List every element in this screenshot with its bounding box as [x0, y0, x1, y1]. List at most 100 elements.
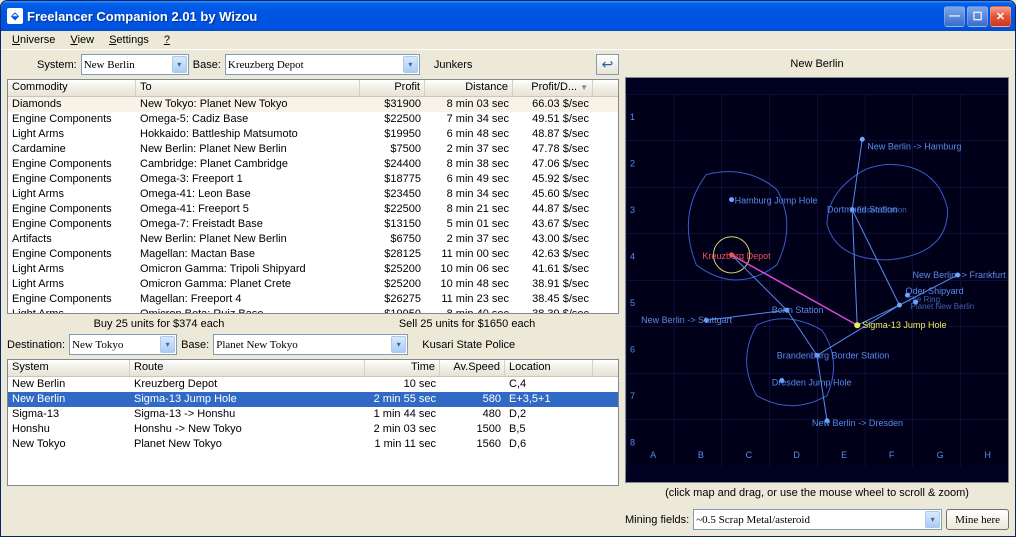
mining-label: Mining fields:: [625, 514, 689, 526]
dest-faction-label: Kusari State Police: [422, 339, 515, 351]
table-row[interactable]: Light ArmsOmicron Gamma: Tripoli Shipyar…: [8, 262, 618, 277]
svg-text:G: G: [937, 450, 944, 460]
table-row[interactable]: Light ArmsOmega-41: Leon Base$234508 min…: [8, 187, 618, 202]
svg-text:Sigma-13 Jump Hole: Sigma-13 Jump Hole: [862, 320, 946, 330]
buy-info: Buy 25 units for $374 each: [7, 318, 311, 330]
table-row[interactable]: Engine ComponentsOmega-3: Freeport 1$187…: [8, 172, 618, 187]
svg-text:New Berlin -> Dresden: New Berlin -> Dresden: [812, 418, 903, 428]
table-body[interactable]: DiamondsNew Tokyo: Planet New Tokyo$3190…: [8, 97, 618, 313]
col-system[interactable]: System: [8, 360, 130, 376]
mine-here-button[interactable]: Mine here: [946, 509, 1009, 530]
chevron-down-icon: ▾: [172, 56, 187, 73]
col-distance[interactable]: Distance: [425, 80, 513, 96]
col-commodity[interactable]: Commodity: [8, 80, 136, 96]
table-row[interactable]: ArtifactsNew Berlin: Planet New Berlin$6…: [8, 232, 618, 247]
svg-text:B: B: [698, 450, 704, 460]
svg-text:4: 4: [630, 252, 635, 262]
table-row[interactable]: Engine ComponentsMagellan: Freeport 4$26…: [8, 292, 618, 307]
svg-text:New Berlin -> Hamburg: New Berlin -> Hamburg: [867, 141, 961, 151]
table-row[interactable]: Engine ComponentsCambridge: Planet Cambr…: [8, 157, 618, 172]
svg-text:Essen Station: Essen Station: [857, 206, 907, 215]
table-row[interactable]: Engine ComponentsMagellan: Mactan Base$2…: [8, 247, 618, 262]
app-icon: ⬙: [7, 8, 23, 24]
menu-help[interactable]: ?: [157, 33, 177, 47]
svg-text:New Berlin -> Stuttgart: New Berlin -> Stuttgart: [641, 315, 733, 325]
svg-text:A: A: [650, 450, 656, 460]
col-profit[interactable]: Profit: [360, 80, 425, 96]
svg-text:D: D: [793, 450, 800, 460]
menu-settings[interactable]: Settings: [102, 33, 156, 47]
svg-text:3: 3: [630, 205, 635, 215]
svg-text:7: 7: [630, 391, 635, 401]
table-row[interactable]: CardamineNew Berlin: Planet New Berlin$7…: [8, 142, 618, 157]
back-button[interactable]: ↩: [596, 54, 619, 75]
table-row[interactable]: New TokyoPlanet New Tokyo1 min 11 sec156…: [8, 437, 618, 452]
svg-text:Hamburg Jump Hole: Hamburg Jump Hole: [735, 196, 818, 206]
svg-text:Planet New Berlin: Planet New Berlin: [910, 302, 974, 311]
svg-text:Dresden Jump Hole: Dresden Jump Hole: [772, 378, 852, 388]
col-to[interactable]: To: [136, 80, 360, 96]
menubar: Universe View Settings ?: [1, 31, 1015, 50]
maximize-button[interactable]: ☐: [967, 6, 988, 27]
table-row[interactable]: Engine ComponentsOmega-5: Cadiz Base$225…: [8, 112, 618, 127]
svg-text:1: 1: [630, 112, 635, 122]
map-title: New Berlin: [625, 54, 1009, 75]
sort-desc-icon: ▼: [580, 83, 588, 92]
titlebar[interactable]: ⬙ Freelancer Companion 2.01 by Wizou — ☐…: [1, 1, 1015, 31]
table-row[interactable]: HonshuHonshu -> New Tokyo2 min 03 sec150…: [8, 422, 618, 437]
col-profit-distance[interactable]: Profit/D...▼: [513, 80, 593, 96]
svg-text:5: 5: [630, 298, 635, 308]
table-row[interactable]: DiamondsNew Tokyo: Planet New Tokyo$3190…: [8, 97, 618, 112]
sell-info: Sell 25 units for $1650 each: [315, 318, 619, 330]
route-table: System Route Time Av.Speed Location New …: [7, 359, 619, 486]
table-header: System Route Time Av.Speed Location: [8, 360, 618, 377]
system-select[interactable]: New Berlin▾: [81, 54, 189, 75]
menu-universe[interactable]: Universe: [5, 33, 62, 47]
svg-text:Bonn Station: Bonn Station: [772, 305, 824, 315]
col-location[interactable]: Location: [505, 360, 593, 376]
destination-select[interactable]: New Tokyo▾: [69, 334, 177, 355]
destination-label: Destination:: [7, 339, 65, 351]
menu-view[interactable]: View: [63, 33, 101, 47]
table-row[interactable]: Engine ComponentsOmega-41: Freeport 5$22…: [8, 202, 618, 217]
table-row[interactable]: Sigma-13Sigma-13 -> Honshu1 min 44 sec48…: [8, 407, 618, 422]
table-row[interactable]: Light ArmsOmicron Gamma: Planet Crete$25…: [8, 277, 618, 292]
table-row[interactable]: Engine ComponentsOmega-7: Freistadt Base…: [8, 217, 618, 232]
system-map[interactable]: Hamburg Jump Hole New Berlin -> Hamburg …: [625, 77, 1009, 483]
chevron-down-icon: ▾: [391, 336, 406, 353]
table-body[interactable]: New BerlinKreuzberg Depot10 secC,4New Be…: [8, 377, 618, 485]
map-hint: (click map and drag, or use the mouse wh…: [625, 483, 1009, 505]
svg-text:Brandenburg Border Station: Brandenburg Border Station: [777, 350, 889, 360]
table-row[interactable]: Light ArmsOmicron Beta: Ruiz Base$199508…: [8, 307, 618, 313]
chevron-down-icon: ▾: [925, 511, 940, 528]
table-row[interactable]: New BerlinKreuzberg Depot10 secC,4: [8, 377, 618, 392]
svg-text:6: 6: [630, 345, 635, 355]
dest-base-label: Base:: [181, 339, 209, 351]
svg-text:E: E: [841, 450, 847, 460]
commodities-table: Commodity To Profit Distance Profit/D...…: [7, 79, 619, 314]
table-header: Commodity To Profit Distance Profit/D...…: [8, 80, 618, 97]
minimize-button[interactable]: —: [944, 6, 965, 27]
faction-label: Junkers: [434, 59, 473, 71]
chevron-down-icon: ▾: [160, 336, 175, 353]
col-time[interactable]: Time: [365, 360, 440, 376]
svg-text:F: F: [889, 450, 895, 460]
svg-text:Kreuzberg Depot: Kreuzberg Depot: [702, 251, 771, 261]
mining-select[interactable]: ~0.5 Scrap Metal/asteroid▾: [693, 509, 942, 530]
base-select[interactable]: Kreuzberg Depot▾: [225, 54, 420, 75]
table-row[interactable]: New BerlinSigma-13 Jump Hole2 min 55 sec…: [8, 392, 618, 407]
app-window: ⬙ Freelancer Companion 2.01 by Wizou — ☐…: [0, 0, 1016, 537]
dest-base-select[interactable]: Planet New Tokyo▾: [213, 334, 408, 355]
chevron-down-icon: ▾: [403, 56, 418, 73]
map-svg[interactable]: Hamburg Jump Hole New Berlin -> Hamburg …: [626, 78, 1008, 482]
system-label: System:: [7, 59, 77, 71]
svg-text:C: C: [746, 450, 753, 460]
window-title: Freelancer Companion 2.01 by Wizou: [27, 9, 944, 24]
svg-text:8: 8: [630, 438, 635, 448]
svg-text:H: H: [984, 450, 991, 460]
col-speed[interactable]: Av.Speed: [440, 360, 505, 376]
svg-text:2: 2: [630, 159, 635, 169]
table-row[interactable]: Light ArmsHokkaido: Battleship Matsumoto…: [8, 127, 618, 142]
close-button[interactable]: ✕: [990, 6, 1011, 27]
col-route[interactable]: Route: [130, 360, 365, 376]
